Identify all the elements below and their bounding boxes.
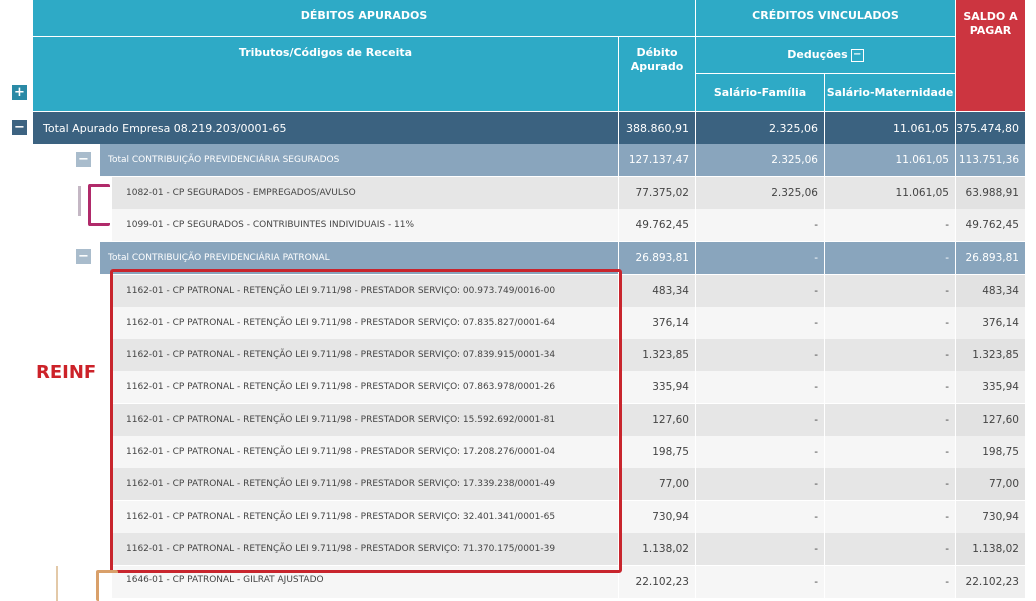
row-salario-familia: -: [696, 468, 825, 500]
total-salario-familia: 2.325,06: [696, 112, 825, 144]
debitos-apurados-header: DÉBITOS APURADOS: [33, 0, 696, 37]
row-saldo: 198,75: [956, 436, 1026, 468]
group-saldo: 113.751,36: [956, 144, 1026, 176]
row-salario-familia: -: [696, 307, 825, 339]
row-salario-familia: -: [696, 275, 825, 307]
group-salario-maternidade: -: [825, 242, 956, 274]
row-salario-familia: -: [696, 501, 825, 533]
row-salario-maternidade: -: [825, 468, 956, 500]
row-saldo: 376,14: [956, 307, 1026, 339]
row-saldo: 1.138,02: [956, 533, 1026, 565]
row-saldo: 63.988,91: [956, 177, 1026, 209]
group-debito: 127.137,47: [619, 144, 696, 176]
row-salario-familia: -: [696, 566, 825, 598]
row-saldo: 127,60: [956, 404, 1026, 436]
row-debito: 22.102,23: [619, 566, 696, 598]
row-salario-maternidade: -: [825, 436, 956, 468]
row-salario-maternidade: 11.061,05: [825, 177, 956, 209]
row-salario-maternidade: -: [825, 307, 956, 339]
row-debito: 127,60: [619, 404, 696, 436]
row-debito: 77,00: [619, 468, 696, 500]
group-saldo: 26.893,81: [956, 242, 1026, 274]
row-salario-maternidade: -: [825, 501, 956, 533]
row-salario-familia: -: [696, 339, 825, 371]
total-row: Total Apurado Empresa 08.219.203/0001-65…: [33, 112, 1026, 144]
collapse-segurados-icon[interactable]: −: [76, 152, 91, 167]
row-salario-familia: 2.325,06: [696, 177, 825, 209]
reinf-annotation: REINF: [36, 362, 97, 383]
row-salario-familia: -: [696, 436, 825, 468]
row-salario-maternidade: -: [825, 371, 956, 403]
row-saldo: 77,00: [956, 468, 1026, 500]
row-debito: 335,94: [619, 371, 696, 403]
row-debito: 730,94: [619, 501, 696, 533]
row-debito: 198,75: [619, 436, 696, 468]
debito-apurado-header[interactable]: Débito Apurado: [619, 37, 696, 112]
collapse-total-icon[interactable]: −: [12, 120, 27, 135]
salario-familia-header[interactable]: Salário-Família: [696, 74, 825, 112]
row-salario-maternidade: -: [825, 275, 956, 307]
row-salario-maternidade: -: [825, 533, 956, 565]
total-debito: 388.860,91: [619, 112, 696, 144]
expand-all-icon[interactable]: +: [12, 85, 27, 100]
row-saldo: 483,34: [956, 275, 1026, 307]
saldo-a-pagar-header: SALDO A PAGAR: [956, 0, 1026, 112]
row-salario-maternidade: -: [825, 339, 956, 371]
row-salario-maternidade: -: [825, 209, 956, 241]
row-label: 1099-01 - CP SEGURADOS - CONTRIBUINTES I…: [112, 209, 619, 241]
row-saldo: 49.762,45: [956, 209, 1026, 241]
row-debito: 483,34: [619, 275, 696, 307]
creditos-vinculados-header: CRÉDITOS VINCULADOS: [696, 0, 956, 37]
row-salario-familia: -: [696, 371, 825, 403]
total-salario-maternidade: 11.061,05: [825, 112, 956, 144]
row-debito: 49.762,45: [619, 209, 696, 241]
group-salario-maternidade: 11.061,05: [825, 144, 956, 176]
group-row-segurados: Total CONTRIBUIÇÃO PREVIDENCIÁRIA SEGURA…: [100, 144, 1026, 176]
row-saldo: 22.102,23: [956, 566, 1026, 598]
salario-maternidade-header[interactable]: Salário-Maternidade: [825, 74, 956, 112]
faint-mark-bottom: [56, 566, 58, 601]
row-salario-maternidade: -: [825, 566, 956, 598]
collapse-deducoes-icon[interactable]: −: [850, 48, 864, 62]
group-salario-familia: 2.325,06: [696, 144, 825, 176]
reinf-highlight-box: [110, 269, 622, 573]
row-debito: 1.323,85: [619, 339, 696, 371]
row-saldo: 730,94: [956, 501, 1026, 533]
row-saldo: 1.323,85: [956, 339, 1026, 371]
total-saldo: 375.474,80: [956, 112, 1026, 144]
row-salario-familia: -: [696, 533, 825, 565]
row-debito: 77.375,02: [619, 177, 696, 209]
row-label: 1082-01 - CP SEGURADOS - EMPREGADOS/AVUL…: [112, 177, 619, 209]
row-salario-familia: -: [696, 404, 825, 436]
collapse-patronal-icon[interactable]: −: [76, 249, 91, 264]
table-row: 1099-01 - CP SEGURADOS - CONTRIBUINTES I…: [112, 209, 1026, 241]
faint-mark: [78, 186, 81, 216]
row-saldo: 335,94: [956, 371, 1026, 403]
group-salario-familia: -: [696, 242, 825, 274]
table-row: 1082-01 - CP SEGURADOS - EMPREGADOS/AVUL…: [112, 177, 1026, 209]
row-salario-familia: -: [696, 209, 825, 241]
total-label: Total Apurado Empresa 08.219.203/0001-65: [33, 112, 619, 144]
row-debito: 376,14: [619, 307, 696, 339]
tributos-codigos-header[interactable]: Tributos/Códigos de Receita: [33, 37, 619, 112]
group-debito: 26.893,81: [619, 242, 696, 274]
row-salario-maternidade: -: [825, 404, 956, 436]
deducoes-header: Deduções −: [696, 37, 956, 74]
row-debito: 1.138,02: [619, 533, 696, 565]
group-label: Total CONTRIBUIÇÃO PREVIDENCIÁRIA SEGURA…: [100, 144, 619, 176]
bracket-annotation: [88, 184, 110, 226]
bracket-annotation-bottom: [96, 570, 118, 601]
